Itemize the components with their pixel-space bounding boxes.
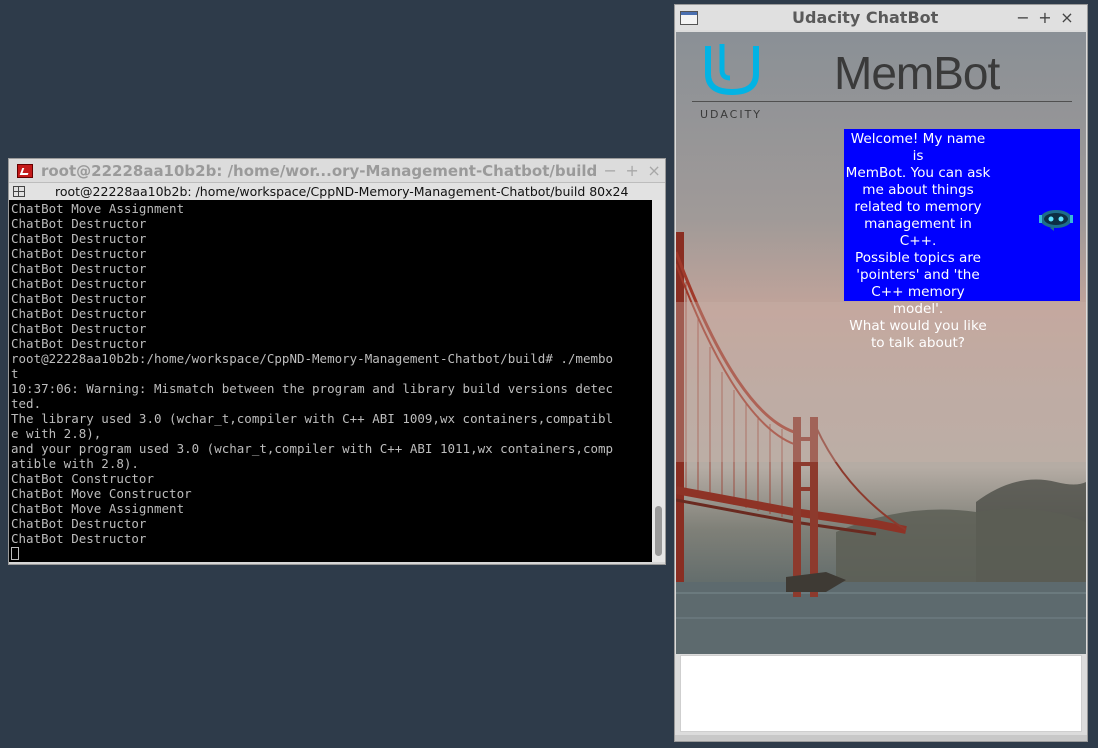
terminal-line: ChatBot Move Assignment	[11, 501, 185, 516]
terminal-tabbar: root@22228aa10b2b: /home/workspace/CppND…	[9, 182, 665, 201]
terminal-maximize-button[interactable]: +	[621, 161, 643, 180]
bot-message-line: Possible topics are	[855, 250, 981, 266]
terminal-line: ChatBot Destructor	[11, 336, 147, 351]
membot-header-title: MemBot	[834, 47, 1000, 99]
bot-message-line: management in C++.	[864, 216, 972, 249]
terminal-line: ChatBot Destructor	[11, 216, 147, 231]
terminal-line: and your program used 3.0 (wchar_t,compi…	[11, 441, 614, 456]
terminal-title: root@22228aa10b2b: /home/wor...ory-Manag…	[40, 161, 598, 180]
terminal-line: ChatBot Constructor	[11, 471, 154, 486]
terminal-line: t	[11, 366, 19, 381]
terminal-line: ChatBot Destructor	[11, 231, 147, 246]
terminal-scrollbar[interactable]	[652, 200, 665, 562]
bot-message-text: Welcome! My name is MemBot. You can ask …	[844, 131, 992, 352]
terminal-scrollbar-thumb[interactable]	[655, 506, 662, 556]
terminal-line: ChatBot Destructor	[11, 321, 147, 336]
bot-message-line: related to memory	[854, 199, 982, 215]
terminal-close-button[interactable]: ×	[643, 161, 665, 180]
terminal-line: ChatBot Move Constructor	[11, 486, 192, 501]
terminal-minimize-button[interactable]: −	[599, 161, 621, 180]
terminal-line: ChatBot Destructor	[11, 531, 147, 546]
udacity-wordmark: UDACITY	[700, 108, 763, 121]
terminal-line: ChatBot Destructor	[11, 246, 147, 261]
bot-message-line: 'pointers' and 'the	[856, 267, 980, 283]
terminal-line: ted.	[11, 396, 42, 411]
terminal-line: atible with 2.8).	[11, 456, 139, 471]
chat-dialog-panel[interactable]: UDACITY MemBot Welcome! My name is MemBo…	[676, 32, 1086, 654]
terminal-line: 10:37:06: Warning: Mismatch between the …	[11, 381, 614, 396]
chatbot-titlebar[interactable]: Udacity ChatBot − + ×	[675, 5, 1087, 30]
terminal-window[interactable]: root@22228aa10b2b: /home/wor...ory-Manag…	[8, 158, 666, 565]
terminal-cursor	[11, 547, 19, 560]
window-app-icon	[680, 10, 698, 25]
chat-message-input[interactable]	[680, 655, 1082, 732]
terminal-app-icon	[17, 163, 33, 178]
terminal-tab-label[interactable]: root@22228aa10b2b: /home/workspace/CppND…	[55, 184, 628, 199]
bot-message-line: MemBot. You can ask	[845, 165, 991, 181]
bot-message-line: Welcome! My name is	[850, 131, 986, 164]
terminal-line: The library used 3.0 (wchar_t,compiler w…	[11, 411, 614, 426]
chatbot-minimize-button[interactable]: −	[1012, 8, 1034, 27]
bot-message-line: to talk about?	[870, 335, 966, 351]
terminal-menu-icon[interactable]	[13, 186, 25, 197]
terminal-line: e with 2.8),	[11, 426, 102, 441]
bot-avatar-icon	[1039, 210, 1073, 231]
terminal-line: ChatBot Move Assignment	[11, 201, 185, 216]
terminal-line: ChatBot Destructor	[11, 516, 147, 531]
bot-message-line: C++ memory model'.	[871, 284, 965, 317]
terminal-line: ChatBot Destructor	[11, 291, 147, 306]
chatbot-close-button[interactable]: ×	[1056, 8, 1078, 27]
bot-message-line: What would you like	[849, 318, 987, 334]
terminal-titlebar[interactable]: root@22228aa10b2b: /home/wor...ory-Manag…	[9, 159, 665, 182]
chatbot-maximize-button[interactable]: +	[1034, 8, 1056, 27]
terminal-line: ChatBot Destructor	[11, 261, 147, 276]
chatbot-window[interactable]: Udacity ChatBot − + × UDACITY MemBot Wel…	[674, 4, 1088, 742]
bot-message-line: me about things	[862, 182, 974, 198]
header-divider	[692, 101, 1072, 102]
chatbot-title: Udacity ChatBot	[792, 8, 939, 27]
terminal-output[interactable]: ChatBot Move Assignment ChatBot Destruct…	[9, 200, 652, 562]
terminal-line: ChatBot Destructor	[11, 306, 147, 321]
terminal-prompt-line	[11, 546, 652, 561]
terminal-line: ChatBot Destructor	[11, 276, 147, 291]
udacity-logo-icon	[705, 44, 759, 96]
terminal-line: root@22228aa10b2b:/home/workspace/CppND-…	[11, 351, 614, 366]
chatbot-status-bar	[675, 735, 1087, 741]
